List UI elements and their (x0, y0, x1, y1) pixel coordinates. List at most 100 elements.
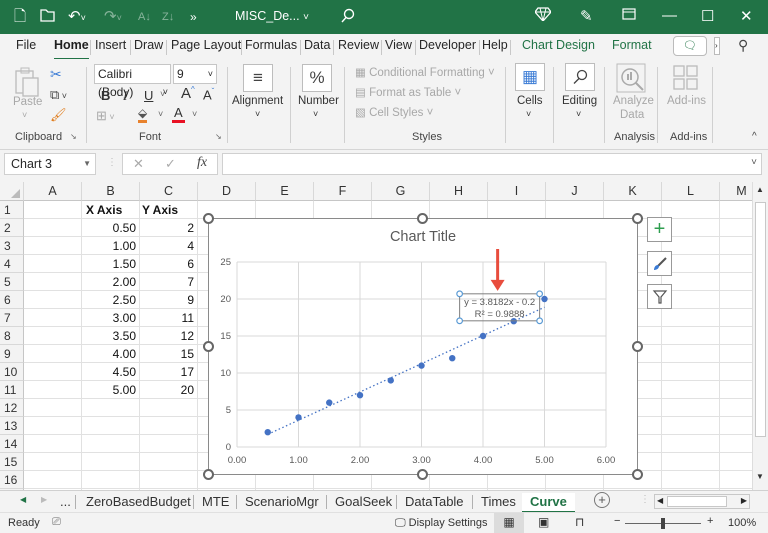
more-sheets-button[interactable]: ... (60, 493, 71, 511)
number-button[interactable]: Number (298, 95, 339, 107)
font-color-dropdown-icon[interactable]: ˅ (192, 109, 197, 119)
row-header[interactable]: 2 (0, 219, 24, 237)
copy-icon[interactable]: ⧉ ˅ (50, 87, 67, 103)
alignment-button[interactable]: Alignment (232, 95, 283, 107)
page-break-view-icon[interactable]: ⊓ (575, 515, 584, 529)
resize-handle-top[interactable] (417, 213, 428, 224)
display-settings-button[interactable]: 🖵 Display Settings (395, 517, 488, 530)
fill-color-dropdown-icon[interactable]: ˅ (158, 109, 163, 119)
paste-dropdown-icon[interactable]: ˅ (22, 110, 27, 120)
confirm-entry-icon[interactable]: ✓ (165, 156, 176, 172)
collapse-ribbon-icon[interactable]: ^ (752, 131, 757, 142)
sheet-tab-curve[interactable]: Curve (522, 493, 575, 513)
editing-dropdown-icon[interactable]: ˅ (576, 109, 581, 119)
chart-elements-button[interactable]: + (647, 217, 672, 242)
scroll-left-icon[interactable]: ◀ (657, 496, 663, 505)
column-header[interactable]: F (314, 182, 372, 201)
cell[interactable]: 6 (140, 255, 198, 273)
column-header[interactable]: B (82, 182, 140, 201)
scroll-right-icon[interactable]: ▶ (741, 496, 747, 505)
sheet-tab-times[interactable]: Times (481, 493, 516, 511)
vertical-scrollbar[interactable]: ▲ ▼ (752, 182, 768, 490)
resize-handle-right[interactable] (632, 341, 643, 352)
row-header[interactable]: 7 (0, 309, 24, 327)
row-header[interactable]: 8 (0, 327, 24, 345)
row-header[interactable]: 15 (0, 453, 24, 471)
row-header[interactable]: 9 (0, 345, 24, 363)
cell[interactable]: 4.00 (82, 345, 140, 363)
tab-draw[interactable]: Draw (134, 38, 163, 58)
number-dropdown-icon[interactable]: ˅ (313, 109, 318, 119)
name-box[interactable]: Chart 3 ▼ (4, 153, 96, 175)
cell[interactable]: 2.00 (82, 273, 140, 291)
underline-dropdown-icon[interactable]: ˅ (160, 89, 165, 99)
row-header[interactable]: 16 (0, 471, 24, 489)
chart-styles-button[interactable] (647, 251, 672, 276)
italic-button[interactable]: I (123, 88, 127, 104)
font-color-icon[interactable]: A (172, 105, 185, 123)
file-name[interactable]: MISC_De... ˅ (235, 9, 309, 23)
new-sheet-plus-icon[interactable]: + (594, 492, 610, 508)
sheet-tab-datatable[interactable]: DataTable (405, 493, 464, 511)
format-painter-icon[interactable]: 🖌 (50, 107, 67, 123)
cell[interactable]: 11 (140, 309, 198, 327)
fill-color-icon[interactable]: ⬙ (138, 106, 148, 123)
close-icon[interactable]: ✕ (740, 7, 753, 25)
zoom-slider[interactable] (625, 518, 701, 529)
row-header[interactable]: 6 (0, 291, 24, 309)
macro-recording-icon[interactable]: ⎚ (52, 516, 61, 529)
page-layout-view-icon[interactable]: ▣ (538, 515, 549, 529)
font-size-select[interactable]: 9 ˅ (173, 64, 217, 84)
clipboard-launcher-icon[interactable]: ↘ (70, 132, 77, 141)
resize-handle-top-right[interactable] (632, 213, 643, 224)
resize-handle-bottom-right[interactable] (632, 469, 643, 480)
add-ins-button[interactable]: Add-ins (667, 95, 706, 107)
underline-button[interactable]: U (144, 88, 153, 103)
horizontal-scrollbar[interactable]: ◀ ▶ (654, 494, 750, 509)
vertical-scroll-thumb[interactable] (755, 202, 766, 437)
cell[interactable]: 0.50 (82, 219, 140, 237)
cell[interactable]: 4.50 (82, 363, 140, 381)
cell[interactable]: Y Axis (142, 201, 198, 219)
share-person-icon[interactable]: ⚲ (738, 37, 748, 54)
tab-data[interactable]: Data (304, 38, 330, 58)
column-header[interactable]: I (488, 182, 546, 201)
tab-chart-design[interactable]: Chart Design (522, 38, 595, 58)
alignment-dropdown-icon[interactable]: ˅ (255, 109, 260, 119)
cut-icon[interactable]: ✂ (50, 66, 62, 83)
cancel-entry-icon[interactable]: ✕ (133, 156, 144, 172)
zoom-slider-thumb[interactable] (661, 518, 665, 529)
tab-view[interactable]: View (385, 38, 412, 58)
bold-button[interactable]: B (101, 88, 110, 103)
row-header[interactable]: 11 (0, 381, 24, 399)
search-icon[interactable] (340, 8, 356, 29)
maximize-icon[interactable]: ☐ (701, 7, 714, 25)
column-header[interactable]: C (140, 182, 198, 201)
resize-handle-bottom-left[interactable] (203, 469, 214, 480)
cell[interactable]: 2 (140, 219, 198, 237)
comments-button[interactable]: 🗨 (673, 36, 707, 56)
cell[interactable]: 3.50 (82, 327, 140, 345)
conditional-formatting-button[interactable]: ▦ Conditional Formatting ˅ (355, 65, 495, 79)
cell[interactable]: 2.50 (82, 291, 140, 309)
ribbon-display-icon[interactable] (622, 7, 636, 24)
sheet-tab-mte[interactable]: MTE (202, 493, 229, 511)
cell[interactable]: 7 (140, 273, 198, 291)
chart-filters-button[interactable] (647, 284, 672, 309)
cell[interactable]: 9 (140, 291, 198, 309)
row-header[interactable]: 10 (0, 363, 24, 381)
borders-icon[interactable]: ⊞ ˅ (96, 108, 115, 124)
resize-handle-top-left[interactable] (203, 213, 214, 224)
row-header[interactable]: 3 (0, 237, 24, 255)
column-header[interactable]: E (256, 182, 314, 201)
shrink-font-button[interactable]: Aˇ (203, 87, 214, 102)
column-header[interactable]: L (662, 182, 720, 201)
editing-button[interactable]: Editing (562, 95, 597, 107)
ribbon-scroll-button[interactable]: › (714, 37, 720, 55)
scroll-up-icon[interactable]: ▲ (756, 185, 764, 194)
cell[interactable]: 15 (140, 345, 198, 363)
cell[interactable]: 5.00 (82, 381, 140, 399)
chart-area[interactable]: Chart Title 0 5 10 15 20 25 0.00 1.00 2.00 3.00 4.… (208, 218, 638, 475)
resize-handle-bottom[interactable] (417, 469, 428, 480)
cell[interactable]: 12 (140, 327, 198, 345)
